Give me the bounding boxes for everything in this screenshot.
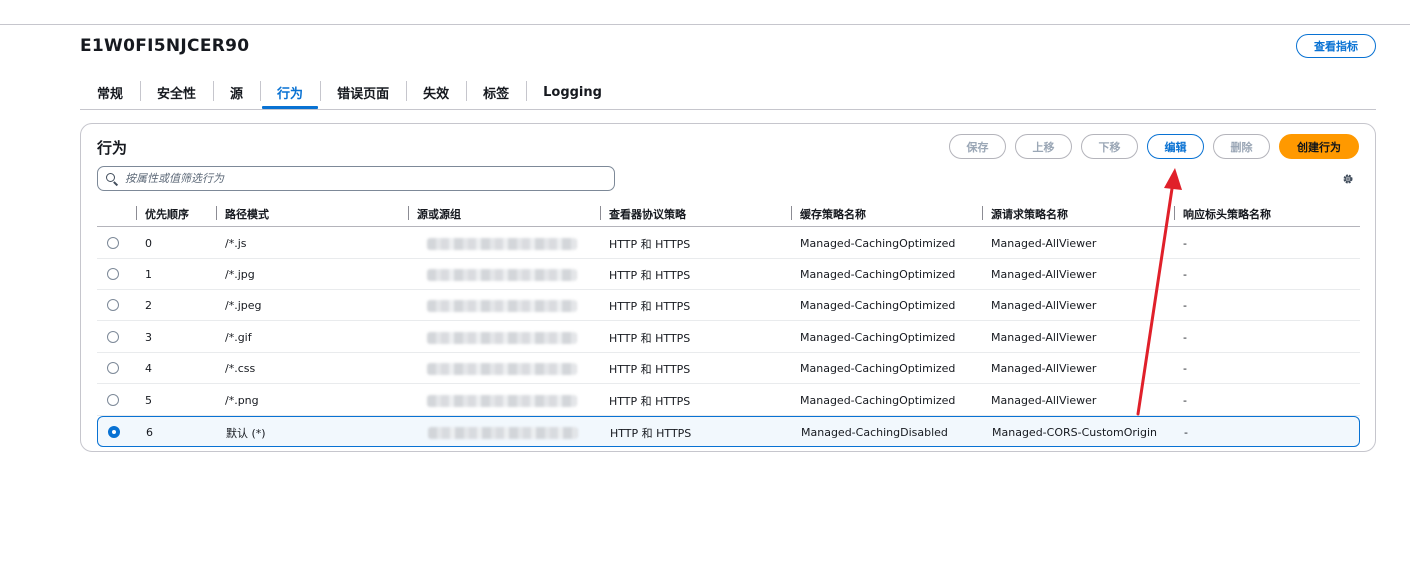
path-cell: /*.png [225, 394, 259, 407]
col-origin[interactable]: 源或源组 [408, 202, 461, 226]
path-cell: /*.js [225, 237, 247, 250]
col-viewer-protocol[interactable]: 查看器协议策略 [600, 202, 686, 226]
radio-icon[interactable] [107, 237, 119, 249]
col-precedence[interactable]: 优先顺序 [136, 202, 189, 226]
viewer-policy-cell: HTTP 和 HTTPS [609, 394, 691, 408]
origin-request-policy-cell: Managed-AllViewer [991, 394, 1097, 407]
origin-request-policy-cell: Managed-CORS-CustomOrigin [992, 426, 1157, 439]
precedence-cell: 0 [145, 237, 152, 250]
cache-policy-cell: Managed-CachingOptimized [800, 394, 956, 407]
tab-tags[interactable]: 标签 [466, 76, 526, 109]
viewer-policy-cell: HTTP 和 HTTPS [610, 426, 692, 440]
table-row[interactable]: 2 /*.jpeg HTTP 和 HTTPS Managed-CachingOp… [97, 290, 1360, 321]
delete-button[interactable]: 删除 [1213, 134, 1270, 159]
top-divider [0, 24, 1410, 25]
search-icon [106, 172, 118, 185]
cache-policy-cell: Managed-CachingDisabled [801, 426, 948, 439]
col-cache-policy[interactable]: 缓存策略名称 [791, 202, 866, 226]
cache-policy-cell: Managed-CachingOptimized [800, 237, 956, 250]
behavior-filter[interactable] [97, 166, 615, 191]
create-behavior-button[interactable]: 创建行为 [1279, 134, 1359, 159]
panel-title: 行为 [97, 139, 128, 157]
tab-general[interactable]: 常规 [80, 76, 140, 109]
precedence-cell: 1 [145, 268, 152, 281]
path-cell: /*.jpeg [225, 299, 262, 312]
gear-icon[interactable] [1342, 173, 1354, 185]
cache-policy-cell: Managed-CachingOptimized [800, 362, 956, 375]
col-origin-request-policy[interactable]: 源请求策略名称 [982, 202, 1068, 226]
move-down-button[interactable]: 下移 [1081, 134, 1138, 159]
origin-cell-redacted [427, 300, 577, 312]
path-cell: /*.gif [225, 331, 252, 344]
origin-cell-redacted [427, 332, 577, 344]
table-row[interactable]: 5 /*.png HTTP 和 HTTPS Managed-CachingOpt… [97, 385, 1360, 416]
viewer-policy-cell: HTTP 和 HTTPS [609, 237, 691, 251]
distribution-id-title: E1W0FI5NJCER90 [80, 36, 250, 56]
cache-policy-cell: Managed-CachingOptimized [800, 331, 956, 344]
viewer-policy-cell: HTTP 和 HTTPS [609, 268, 691, 282]
response-headers-policy-cell: - [1183, 237, 1187, 250]
origin-cell-redacted [428, 427, 578, 439]
response-headers-policy-cell: - [1183, 394, 1187, 407]
tabs-divider [80, 109, 1376, 110]
tab-origins[interactable]: 源 [213, 76, 260, 109]
origin-cell-redacted [427, 363, 577, 375]
col-response-headers-policy[interactable]: 响应标头策略名称 [1174, 202, 1271, 226]
radio-icon[interactable] [107, 331, 119, 343]
origin-cell-redacted [427, 238, 577, 250]
table-row[interactable]: 4 /*.css HTTP 和 HTTPS Managed-CachingOpt… [97, 353, 1360, 384]
radio-icon[interactable] [107, 299, 119, 311]
tab-security[interactable]: 安全性 [140, 76, 213, 109]
radio-icon[interactable] [107, 362, 119, 374]
origin-cell-redacted [427, 269, 577, 281]
tab-logging[interactable]: Logging [526, 76, 619, 109]
precedence-cell: 6 [146, 426, 153, 439]
tab-invalidations[interactable]: 失效 [406, 76, 466, 109]
origin-request-policy-cell: Managed-AllViewer [991, 331, 1097, 344]
cache-policy-cell: Managed-CachingOptimized [800, 268, 956, 281]
behavior-filter-input[interactable] [125, 172, 595, 185]
edit-button[interactable]: 编辑 [1147, 134, 1204, 159]
distribution-tabs: 常规 安全性 源 行为 错误页面 失效 标签 Logging [80, 76, 619, 109]
cache-policy-cell: Managed-CachingOptimized [800, 299, 956, 312]
origin-request-policy-cell: Managed-AllViewer [991, 299, 1097, 312]
precedence-cell: 3 [145, 331, 152, 344]
radio-icon[interactable] [107, 394, 119, 406]
origin-request-policy-cell: Managed-AllViewer [991, 268, 1097, 281]
response-headers-policy-cell: - [1183, 268, 1187, 281]
viewer-policy-cell: HTTP 和 HTTPS [609, 299, 691, 313]
origin-request-policy-cell: Managed-AllViewer [991, 362, 1097, 375]
response-headers-policy-cell: - [1183, 299, 1187, 312]
behaviors-panel: 行为 保存 上移 下移 编辑 删除 创建行为 优先顺序 路径模式 源或源组 查看… [80, 123, 1376, 452]
origin-cell-redacted [427, 395, 577, 407]
viewer-policy-cell: HTTP 和 HTTPS [609, 331, 691, 345]
radio-icon[interactable] [108, 426, 120, 438]
table-row[interactable]: 3 /*.gif HTTP 和 HTTPS Managed-CachingOpt… [97, 322, 1360, 353]
response-headers-policy-cell: - [1183, 362, 1187, 375]
precedence-cell: 4 [145, 362, 152, 375]
table-header: 优先顺序 路径模式 源或源组 查看器协议策略 缓存策略名称 源请求策略名称 响应… [97, 202, 1360, 227]
viewer-policy-cell: HTTP 和 HTTPS [609, 362, 691, 376]
response-headers-policy-cell: - [1184, 426, 1188, 439]
precedence-cell: 2 [145, 299, 152, 312]
response-headers-policy-cell: - [1183, 331, 1187, 344]
table-row-selected[interactable]: 6 默认 (*) HTTP 和 HTTPS Managed-CachingDis… [97, 416, 1360, 447]
origin-request-policy-cell: Managed-AllViewer [991, 237, 1097, 250]
path-cell: 默认 (*) [226, 426, 266, 440]
save-button[interactable]: 保存 [949, 134, 1006, 159]
view-metrics-button[interactable]: 查看指标 [1296, 34, 1376, 58]
path-cell: /*.jpg [225, 268, 255, 281]
tab-behaviors[interactable]: 行为 [260, 76, 320, 109]
precedence-cell: 5 [145, 394, 152, 407]
table-row[interactable]: 0 /*.js HTTP 和 HTTPS Managed-CachingOpti… [97, 228, 1360, 259]
move-up-button[interactable]: 上移 [1015, 134, 1072, 159]
radio-icon[interactable] [107, 268, 119, 280]
col-path-pattern[interactable]: 路径模式 [216, 202, 269, 226]
tab-error-pages[interactable]: 错误页面 [320, 76, 406, 109]
table-row[interactable]: 1 /*.jpg HTTP 和 HTTPS Managed-CachingOpt… [97, 259, 1360, 290]
path-cell: /*.css [225, 362, 256, 375]
